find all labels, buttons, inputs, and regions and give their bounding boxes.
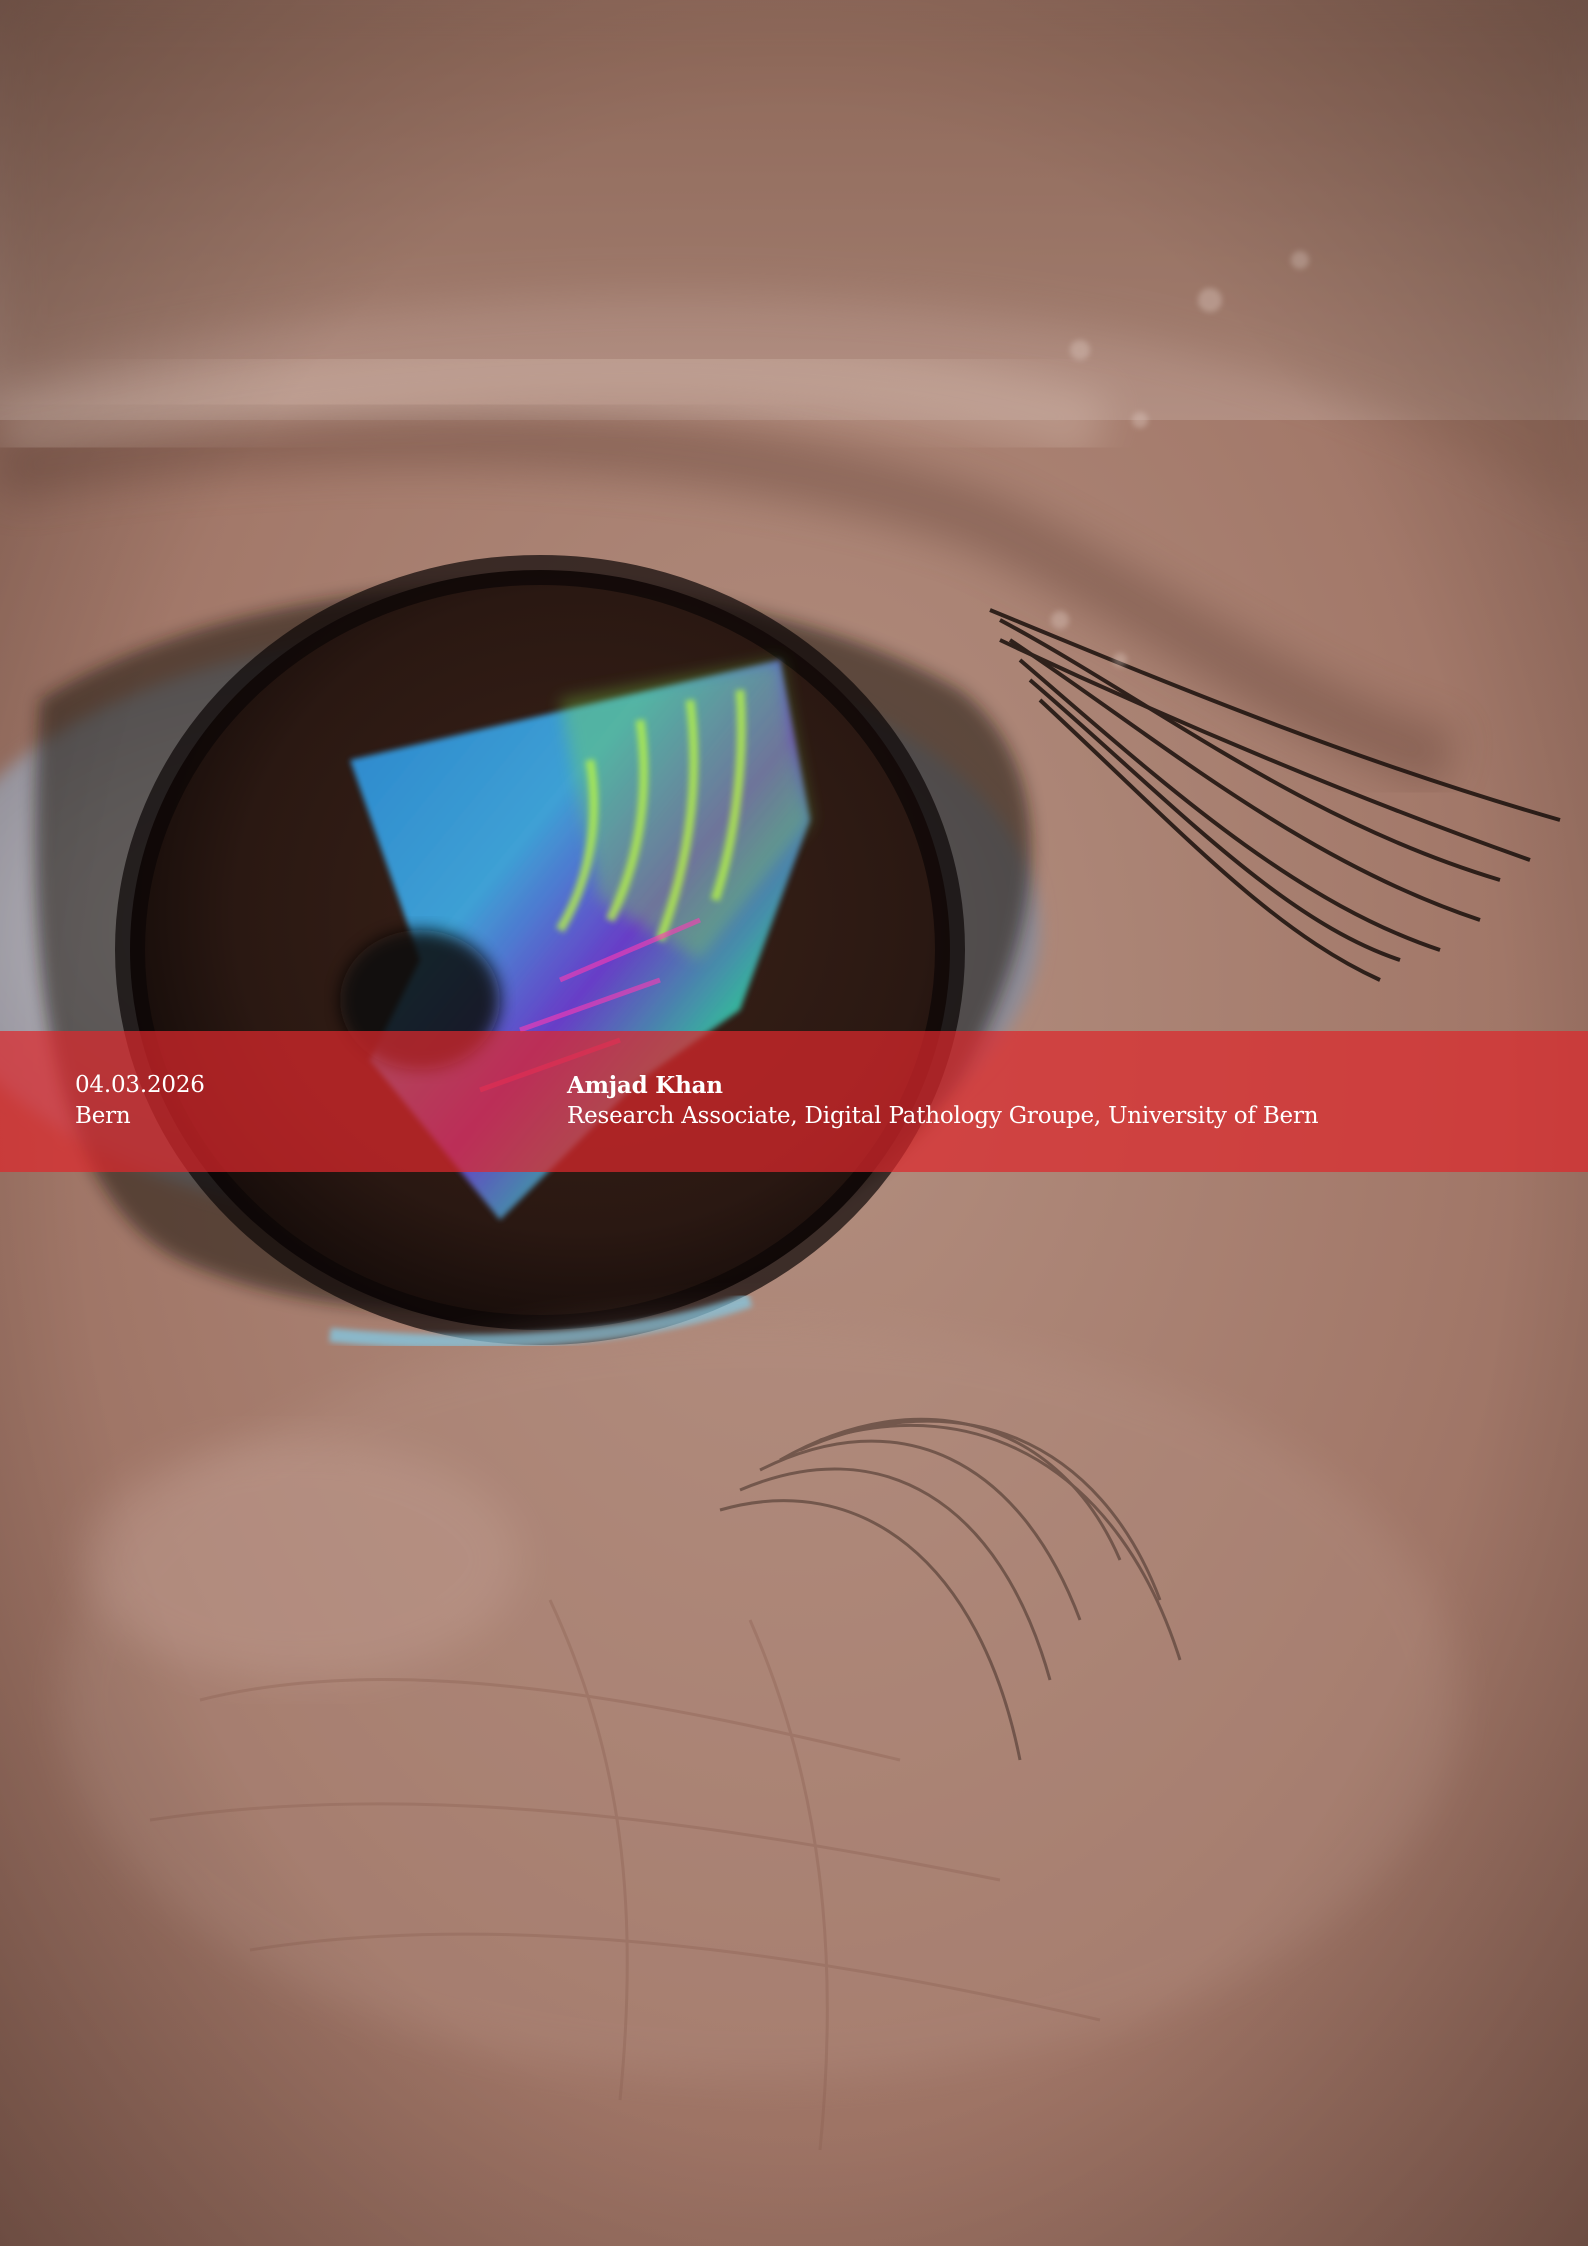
speaker-info: Amjad Khan Research Associate, Digital P… [567,1070,1319,1132]
info-band: 04.03.2026 Bern Amjad Khan Research Asso… [0,1031,1588,1172]
event-location: Bern [75,1103,131,1129]
event-info: 04.03.2026 Bern [75,1070,205,1132]
title-page: 04.03.2026 Bern Amjad Khan Research Asso… [0,0,1588,2246]
event-date: 04.03.2026 [75,1072,205,1098]
speaker-name: Amjad Khan [567,1072,723,1099]
speaker-affiliation: Research Associate, Digital Pathology Gr… [567,1103,1319,1129]
